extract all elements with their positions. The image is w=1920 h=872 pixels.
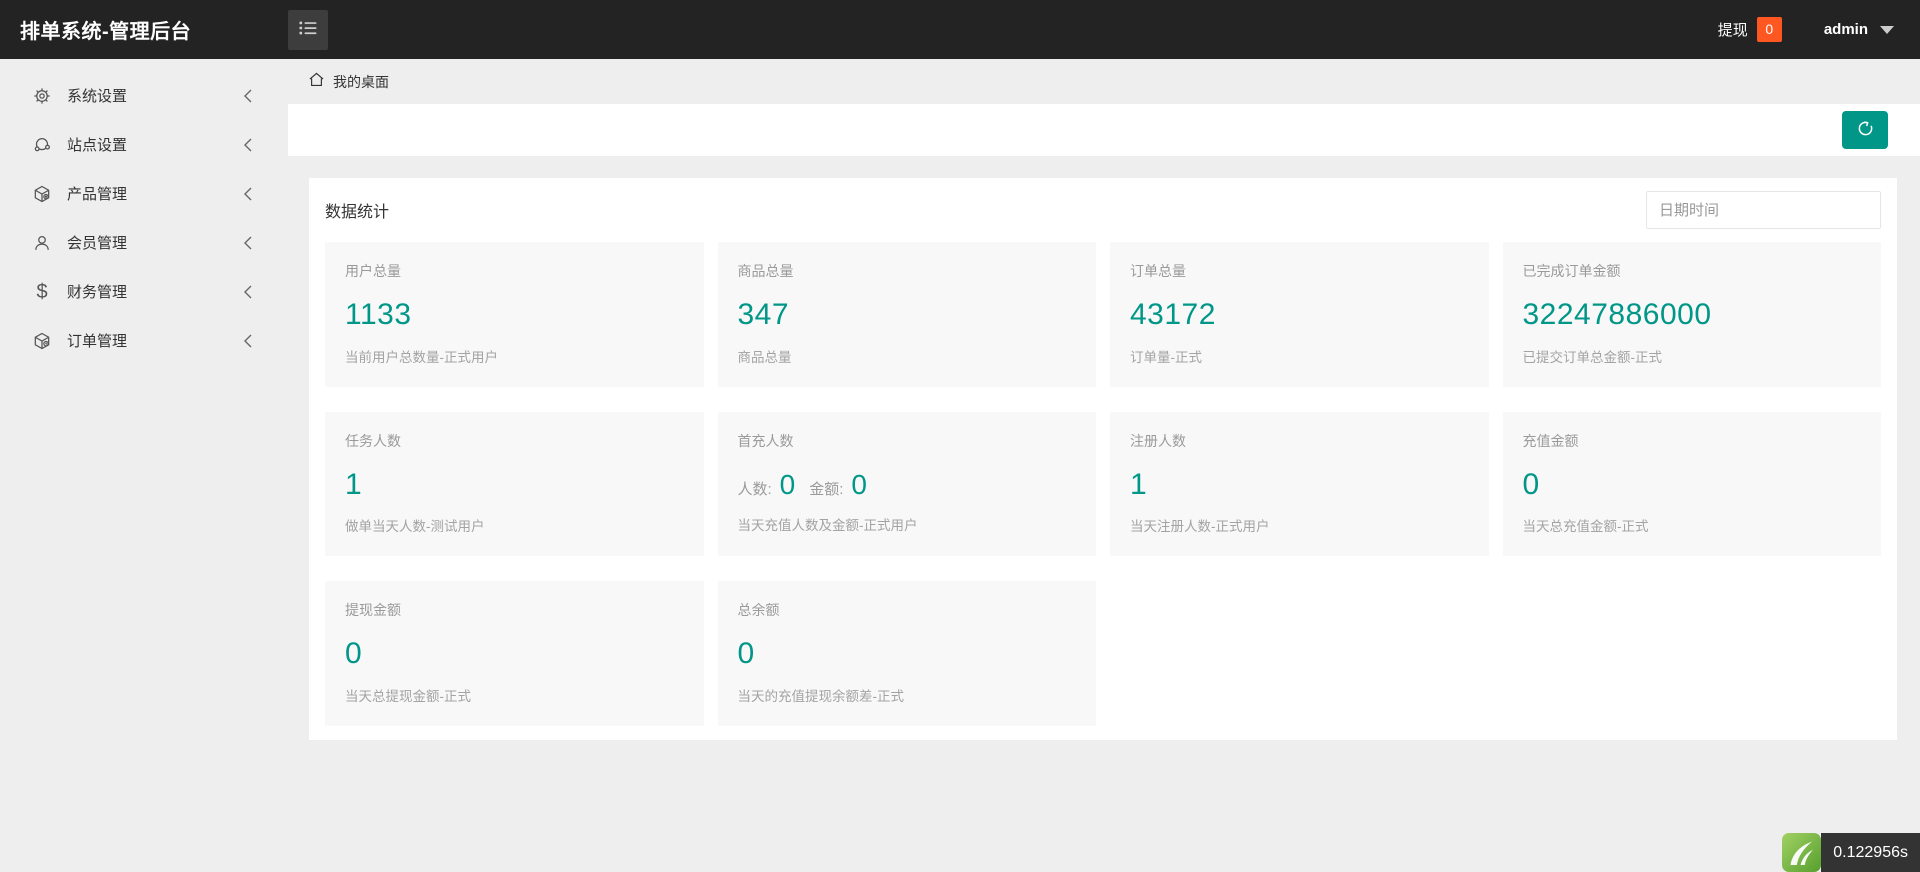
pair-label: 金额: <box>809 480 844 498</box>
panel-header: 数据统计 <box>325 178 1881 242</box>
card-desc: 当天总提现金额-正式 <box>345 688 471 704</box>
sidebar-item-label: 站点设置 <box>67 137 128 154</box>
chevron-left-icon <box>242 284 254 305</box>
sidebar-item-finance-management[interactable]: $ 财务管理 <box>0 267 288 316</box>
statistics-panel: 数据统计 用户总量 1133 当前用户总数量-正式用户 商品总量 347 商品总… <box>309 178 1897 740</box>
card-title: 用户总量 <box>345 263 401 279</box>
sidebar-item-label: 会员管理 <box>67 235 128 252</box>
chevron-left-icon <box>242 88 254 109</box>
chevron-down-icon <box>1880 25 1894 34</box>
product-cube-icon <box>30 184 54 204</box>
card-value: 0 <box>737 637 755 670</box>
chevron-left-icon <box>242 333 254 354</box>
card-title: 订单总量 <box>1130 263 1186 279</box>
dollar-icon: $ <box>36 280 48 303</box>
sidebar-item-site-settings[interactable]: 站点设置 <box>0 120 288 169</box>
breadcrumb-label: 我的桌面 <box>333 73 389 90</box>
order-cube-icon <box>30 331 54 351</box>
pair-value: 0 <box>779 468 796 500</box>
card-title: 已完成订单金额 <box>1522 263 1621 279</box>
app-title: 排单系统-管理后台 <box>20 21 192 43</box>
stat-cards-grid: 用户总量 1133 当前用户总数量-正式用户 商品总量 347 商品总量 订单总… <box>325 242 1881 726</box>
card-desc: 当天总充值金额-正式 <box>1522 519 1649 534</box>
sidebar-item-label: 系统设置 <box>67 88 128 105</box>
card-desc: 订单量-正式 <box>1130 349 1202 365</box>
chevron-left-icon <box>242 137 254 158</box>
stat-card-recharge-amount: 充值金额 0 当天总充值金额-正式 <box>1502 411 1881 556</box>
chevron-left-icon <box>242 186 254 207</box>
sidebar-item-label: 产品管理 <box>67 186 128 203</box>
card-title: 总余额 <box>737 602 780 618</box>
card-value: 43172 <box>1130 298 1216 331</box>
stat-card-total-users: 用户总量 1133 当前用户总数量-正式用户 <box>325 242 704 387</box>
card-desc: 当天充值人数及金额-正式用户 <box>737 518 918 534</box>
pair-label: 人数: <box>737 480 772 498</box>
card-value: 32247886000 <box>1522 298 1712 331</box>
sidebar-nav: 系统设置 站点设置 产品管理 会员管理 $ 财务管理 订单管理 <box>0 59 288 872</box>
card-desc: 做单当天人数-测试用户 <box>345 519 485 534</box>
site-network-icon <box>30 135 54 155</box>
refresh-button[interactable] <box>1842 111 1888 149</box>
card-pair-values: 人数: 0 金额: 0 <box>738 468 1077 502</box>
user-icon <box>30 233 54 253</box>
chevron-left-icon <box>242 235 254 256</box>
card-value: 1 <box>1130 467 1148 501</box>
card-value: 0 <box>1522 467 1540 501</box>
render-time-badge: 0.122956s <box>1821 833 1920 872</box>
thinkphp-logo-icon <box>1782 833 1822 872</box>
render-time-statusbar: 0.122956s <box>1782 833 1920 872</box>
stat-card-total-orders: 订单总量 43172 订单量-正式 <box>1110 242 1489 387</box>
card-title: 首充人数 <box>737 432 794 449</box>
toolbar <box>288 104 1920 156</box>
sidebar-item-product-management[interactable]: 产品管理 <box>0 169 288 218</box>
username-label: admin <box>1823 21 1868 38</box>
stat-card-total-balance: 总余额 0 当天的充值提现余额差-正式 <box>717 581 1096 726</box>
stat-card-registered-users: 注册人数 1 当天注册人数-正式用户 <box>1110 411 1489 556</box>
withdraw-label: 提现 <box>1717 22 1748 39</box>
card-value: 1 <box>345 467 363 501</box>
stat-card-total-products: 商品总量 347 商品总量 <box>717 242 1096 387</box>
card-value: 0 <box>345 637 363 670</box>
card-title: 商品总量 <box>737 263 794 279</box>
stat-card-task-users: 任务人数 1 做单当天人数-测试用户 <box>325 411 704 556</box>
stat-card-withdraw-amount: 提现金额 0 当天总提现金额-正式 <box>325 581 704 726</box>
stat-card-first-recharge: 首充人数 人数: 0 金额: 0 当天充值人数及金额-正式用户 <box>717 411 1096 556</box>
stat-card-completed-order-amount: 已完成订单金额 32247886000 已提交订单总金额-正式 <box>1502 242 1881 387</box>
home-icon <box>308 71 325 93</box>
card-title: 提现金额 <box>345 602 401 618</box>
sidebar-item-label: 订单管理 <box>67 333 128 350</box>
gear-icon <box>30 86 54 106</box>
refresh-icon <box>1855 118 1876 142</box>
card-desc: 当天注册人数-正式用户 <box>1130 519 1270 534</box>
card-value: 347 <box>737 298 790 331</box>
breadcrumb: 我的桌面 <box>288 59 1920 104</box>
sidebar-item-member-management[interactable]: 会员管理 <box>0 218 288 267</box>
date-time-input[interactable] <box>1646 191 1881 229</box>
card-value: 1133 <box>345 298 412 331</box>
card-desc: 已提交订单总金额-正式 <box>1522 349 1663 365</box>
user-menu[interactable]: admin <box>1824 21 1920 38</box>
pair-value: 0 <box>851 468 867 500</box>
withdraw-count-badge: 0 <box>1756 17 1782 42</box>
top-header: 排单系统-管理后台 提现 0 admin <box>0 0 1920 59</box>
sidebar-item-system-settings[interactable]: 系统设置 <box>0 71 288 120</box>
card-title: 注册人数 <box>1130 432 1186 449</box>
card-desc: 商品总量 <box>737 349 792 365</box>
card-title: 任务人数 <box>345 432 401 449</box>
breadcrumb-home-link[interactable]: 我的桌面 <box>308 71 389 93</box>
menu-list-icon <box>298 18 318 41</box>
sidebar-item-label: 财务管理 <box>67 284 128 301</box>
card-desc: 当前用户总数量-正式用户 <box>345 349 498 365</box>
withdraw-link[interactable]: 提现 0 <box>1718 17 1782 42</box>
card-desc: 当天的充值提现余额差-正式 <box>737 688 905 704</box>
panel-title: 数据统计 <box>325 204 390 221</box>
main-content: 我的桌面 数据统计 用户总量 1133 当前用户总数量-正式用户 <box>288 0 1920 740</box>
card-title: 充值金额 <box>1522 432 1579 449</box>
sidebar-toggle-button[interactable] <box>288 9 328 50</box>
sidebar-item-order-management[interactable]: 订单管理 <box>0 316 288 365</box>
